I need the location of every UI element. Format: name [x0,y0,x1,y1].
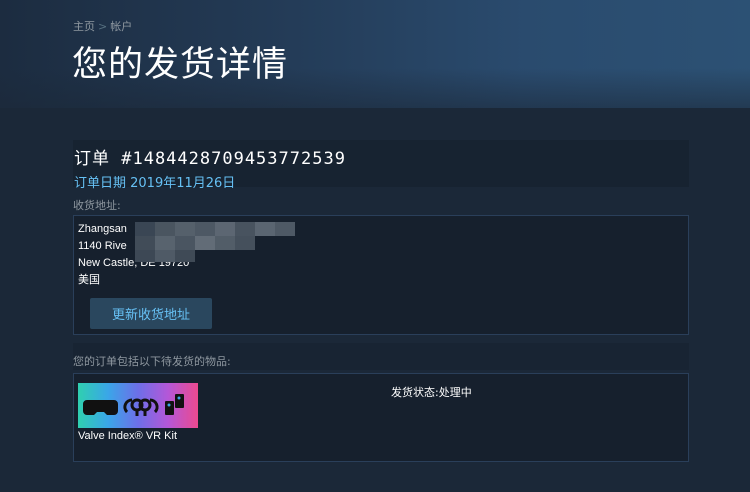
items-label: 您的订单包括以下待发货的物品: [73,355,231,368]
breadcrumb: 主页 > 帐户 [73,18,132,34]
update-shipping-address-button[interactable]: 更新收货地址 [90,298,212,329]
address-line-country: 美国 [78,274,100,286]
breadcrumb-home-link[interactable]: 主页 [73,20,95,33]
shipping-address-label: 收货地址: [73,199,121,212]
page-title: 您的发货详情 [72,45,289,85]
breadcrumb-account-link[interactable]: 帐户 [110,20,132,33]
order-date: 订单日期 2019年11月26日 [74,176,236,191]
product-image[interactable] [78,383,198,428]
breadcrumb-separator: > [98,20,108,33]
product-name[interactable]: Valve Index® VR Kit [78,430,177,442]
address-redaction-mosaic [135,222,305,270]
order-number: 订单 #1484428709453772539 [74,149,346,169]
shipping-status: 发货状态:处理中 [391,386,472,399]
vr-kit-icon [83,394,184,416]
